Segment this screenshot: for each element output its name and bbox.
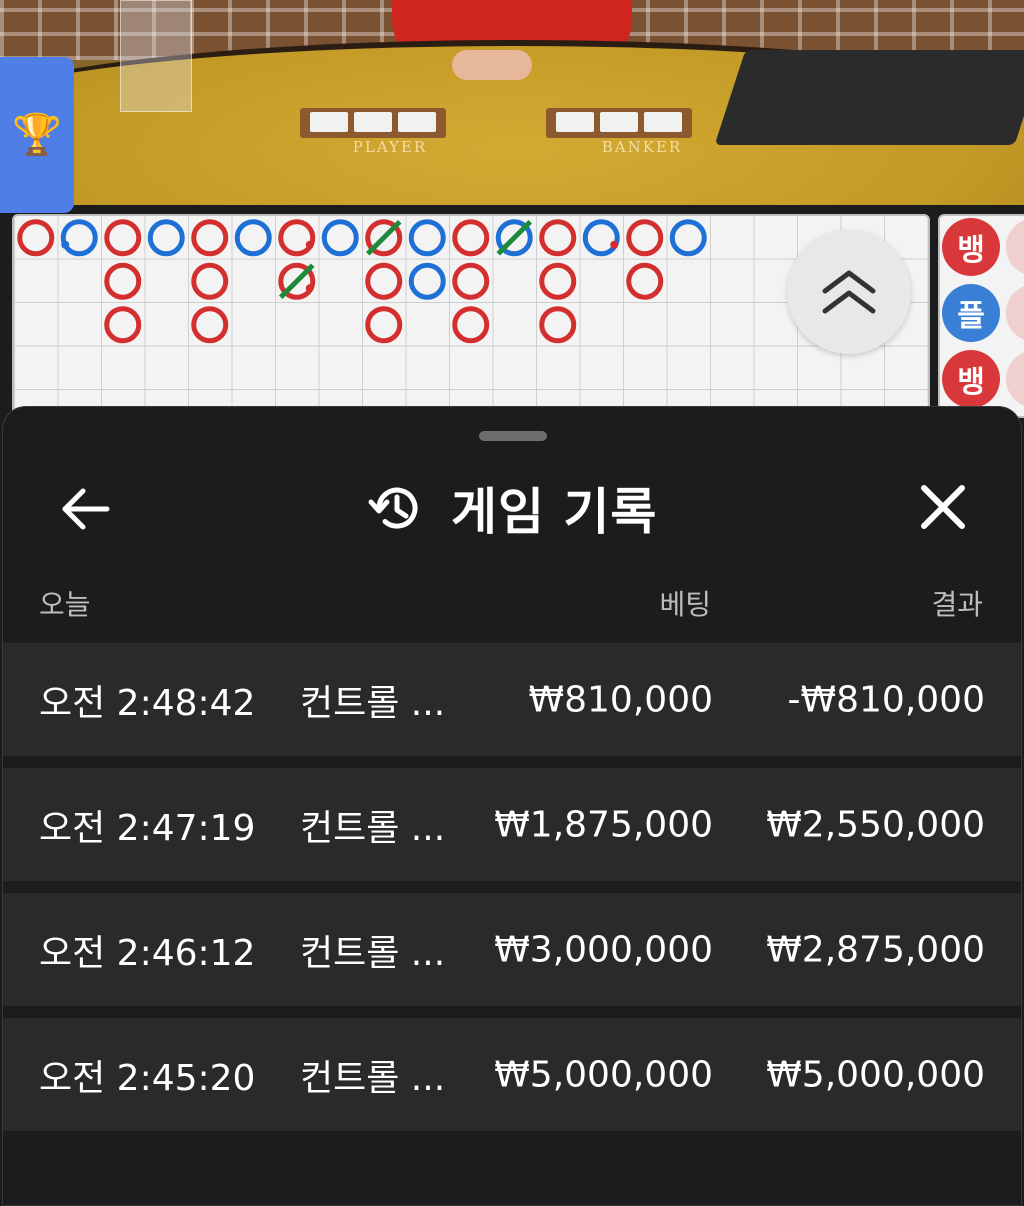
trophy-icon: 🏆 [12, 112, 62, 158]
card [310, 112, 348, 132]
card [644, 112, 682, 132]
back-button[interactable] [53, 477, 117, 541]
column-result: 결과 [931, 588, 983, 621]
banker-mark [365, 306, 403, 344]
player-mark [234, 219, 272, 257]
felt-label-player: PLAYER [352, 138, 428, 156]
history-icon [368, 487, 418, 529]
banker-mark [539, 306, 577, 344]
row-bet: ₩810,000 [528, 679, 713, 720]
double-chevron-up-icon [822, 270, 876, 314]
dealer-hand [452, 50, 532, 80]
bead-banker: 뱅 [942, 218, 1000, 276]
player-mark [321, 219, 359, 257]
banker-mark [365, 262, 403, 300]
row-bet: ₩3,000,000 [494, 929, 713, 970]
history-row[interactable]: 오전 2:46:12 컨트롤 ... ₩3,000,000 ₩2,875,000 [3, 893, 1021, 1006]
player-mark [147, 219, 185, 257]
live-video: PLAYER BANKER [0, 0, 1024, 205]
banker-cards [546, 108, 692, 138]
pair-dot [305, 284, 314, 293]
trophy-tab[interactable]: 🏆 [0, 57, 74, 213]
sheet-header: 게임 기록 [367, 469, 657, 547]
banker-mark [104, 306, 142, 344]
row-game: 컨트롤 ... [300, 682, 446, 724]
banker-mark [539, 219, 577, 257]
pair-dot [61, 240, 70, 249]
discard-box [120, 0, 192, 112]
banker-mark [191, 219, 229, 257]
drag-handle[interactable] [479, 431, 547, 441]
card [556, 112, 594, 132]
banker-mark [104, 219, 142, 257]
row-result: ₩2,875,000 [766, 929, 985, 970]
player-cards [300, 108, 446, 138]
row-game: 컨트롤 ... [300, 807, 446, 849]
close-icon [921, 485, 965, 529]
banker-mark [452, 306, 490, 344]
banker-mark [452, 219, 490, 257]
row-bet: ₩1,875,000 [494, 804, 713, 845]
row-time: 오전 2:48:42 [39, 682, 256, 724]
row-result: -₩810,000 [787, 679, 985, 720]
banker-mark [452, 262, 490, 300]
row-game: 컨트롤 ... [300, 932, 446, 974]
game-history-sheet: 게임 기록 오늘 베팅 결과 오전 2:48:42 컨트롤 ... ₩810,0… [2, 406, 1022, 1206]
collapse-button[interactable] [787, 230, 911, 354]
banker-mark [626, 262, 664, 300]
row-game: 컨트롤 ... [300, 1057, 446, 1099]
row-bet: ₩5,000,000 [494, 1054, 713, 1095]
history-row[interactable]: 오전 2:45:20 컨트롤 ... ₩5,000,000 ₩5,000,000 [3, 1018, 1021, 1131]
player-mark [408, 262, 446, 300]
bead-player: 플 [942, 284, 1000, 342]
column-bet: 베팅 [659, 588, 711, 621]
banker-mark [278, 219, 316, 257]
row-result: ₩2,550,000 [766, 804, 985, 845]
player-mark [408, 219, 446, 257]
row-time: 오전 2:47:19 [39, 807, 256, 849]
row-time: 오전 2:46:12 [39, 932, 256, 974]
card [354, 112, 392, 132]
player-mark [669, 219, 707, 257]
row-result: ₩5,000,000 [766, 1054, 985, 1095]
player-mark [582, 219, 620, 257]
banker-mark [626, 219, 664, 257]
sheet-title: 게임 기록 [451, 483, 658, 541]
row-time: 오전 2:45:20 [39, 1057, 256, 1099]
history-row[interactable]: 오전 2:48:42 컨트롤 ... ₩810,000 -₩810,000 [3, 643, 1021, 756]
history-list: 오전 2:48:42 컨트롤 ... ₩810,000 -₩810,000 오전… [3, 643, 1021, 1143]
card [600, 112, 638, 132]
pair-dot [305, 240, 314, 249]
banker-mark [191, 262, 229, 300]
player-mark [60, 219, 98, 257]
banker-mark [104, 262, 142, 300]
pair-dot [610, 240, 619, 249]
banker-mark [17, 219, 55, 257]
felt-label-banker: BANKER [601, 138, 683, 156]
banker-mark [539, 262, 577, 300]
history-row[interactable]: 오전 2:47:19 컨트롤 ... ₩1,875,000 ₩2,550,000 [3, 768, 1021, 881]
banker-mark [191, 306, 229, 344]
bead-banker: 뱅 [942, 350, 1000, 408]
arrow-left-icon [62, 488, 110, 530]
card [398, 112, 436, 132]
card-shoe [714, 50, 1024, 145]
column-date: 오늘 [39, 588, 91, 621]
close-button[interactable] [907, 471, 979, 543]
